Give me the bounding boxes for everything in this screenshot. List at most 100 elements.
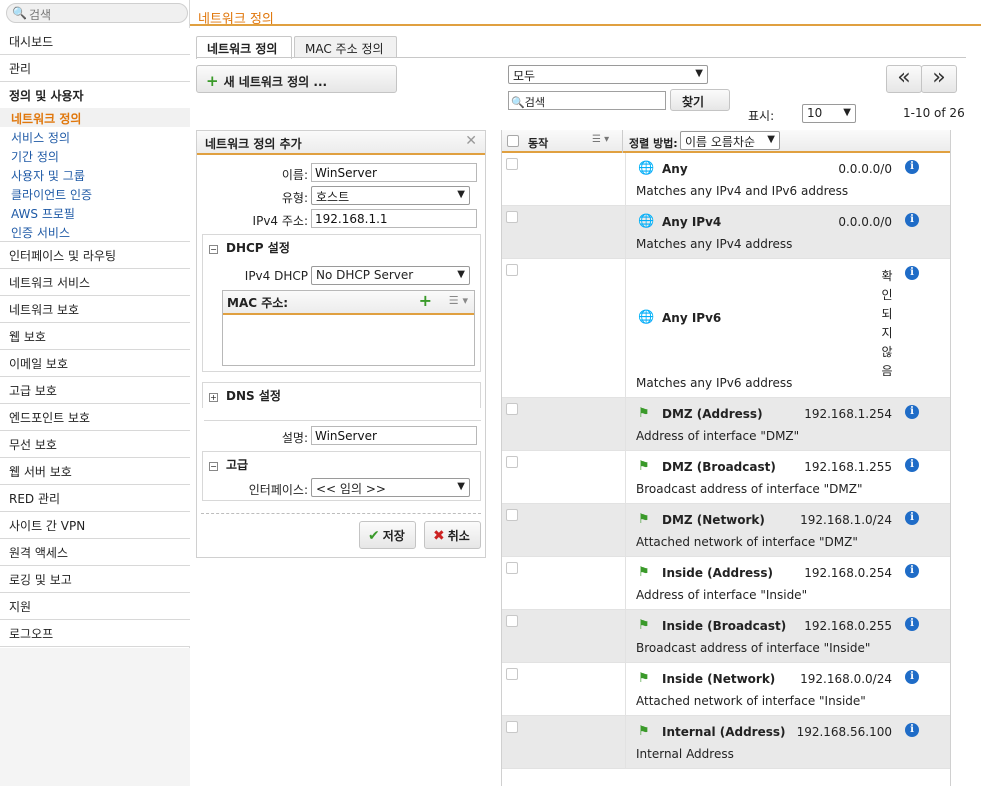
nav-item-web-protection[interactable]: 웹 보호 bbox=[0, 323, 190, 350]
list-item[interactable]: 🌐 Any 0.0.0.0/0 i Matches any IPv4 and I… bbox=[502, 153, 950, 206]
row-name[interactable]: Inside (Broadcast) bbox=[662, 619, 786, 633]
list-item[interactable]: ⚑ Internal (Address) 192.168.56.100 i In… bbox=[502, 716, 950, 769]
row-name[interactable]: Any IPv4 bbox=[662, 215, 721, 229]
collapse-icon[interactable]: − bbox=[209, 462, 218, 471]
ipv4-label: IPv4 주소: bbox=[252, 214, 308, 228]
cancel-button[interactable]: ✖ 취소 bbox=[424, 521, 481, 549]
list-item[interactable]: ⚑ DMZ (Network) 192.168.1.0/24 i Attache… bbox=[502, 504, 950, 557]
chevron-down-icon: ▼ bbox=[843, 107, 851, 118]
prev-page-button[interactable]: « bbox=[886, 65, 922, 93]
row-checkbox[interactable] bbox=[506, 158, 518, 170]
sub-item-network-definitions[interactable]: 네트워크 정의 bbox=[0, 108, 190, 127]
add-icon[interactable]: + bbox=[419, 291, 432, 310]
nav-item-network-services[interactable]: 네트워크 서비스 bbox=[0, 269, 190, 296]
info-icon[interactable]: i bbox=[905, 511, 919, 525]
nav-item-management[interactable]: 관리 bbox=[0, 55, 190, 82]
find-button[interactable]: 찾기 bbox=[670, 89, 730, 111]
info-icon[interactable]: i bbox=[905, 617, 919, 631]
list-item[interactable]: ⚑ Inside (Broadcast) 192.168.0.255 i Bro… bbox=[502, 610, 950, 663]
tab-mac-definitions[interactable]: MAC 주소 정의 bbox=[294, 36, 397, 58]
row-checkbox[interactable] bbox=[506, 721, 518, 733]
nav-item-webserver-protection[interactable]: 웹 서버 보호 bbox=[0, 458, 190, 485]
row-name[interactable]: DMZ (Address) bbox=[662, 407, 763, 421]
info-icon[interactable]: i bbox=[905, 564, 919, 578]
list-item[interactable]: 🌐 Any IPv6 i Matches any IPv6 address 확 … bbox=[502, 259, 950, 398]
info-icon[interactable]: i bbox=[905, 160, 919, 174]
flag-icon: ⚑ bbox=[638, 671, 650, 686]
info-icon[interactable]: i bbox=[905, 405, 919, 419]
row-checkbox[interactable] bbox=[506, 456, 518, 468]
nav-item-definitions-users[interactable]: 정의 및 사용자 bbox=[0, 82, 190, 109]
sub-item-service-definitions[interactable]: 서비스 정의 bbox=[0, 127, 190, 146]
dhcp-section-header[interactable]: − DHCP 설정 bbox=[203, 235, 480, 257]
sidebar-search-input[interactable]: 🔍 검색 bbox=[6, 3, 188, 23]
name-field[interactable]: WinServer bbox=[311, 163, 477, 182]
row-name[interactable]: Inside (Network) bbox=[662, 672, 775, 686]
nav-item-dashboard[interactable]: 대시보드 bbox=[0, 28, 190, 55]
sub-item-client-auth[interactable]: 클라이언트 인증 bbox=[0, 184, 190, 203]
info-icon[interactable]: i bbox=[905, 670, 919, 684]
list-menu-icon[interactable]: ☰ ▾ bbox=[592, 134, 609, 145]
list-item[interactable]: ⚑ Inside (Network) 192.168.0.0/24 i Atta… bbox=[502, 663, 950, 716]
nav-item-network-protection[interactable]: 네트워크 보호 bbox=[0, 296, 190, 323]
list-item[interactable]: ⚑ DMZ (Broadcast) 192.168.1.255 i Broadc… bbox=[502, 451, 950, 504]
nav-item-interfaces-routing[interactable]: 인터페이스 및 라우팅 bbox=[0, 242, 190, 269]
row-checkbox[interactable] bbox=[506, 509, 518, 521]
per-page-select[interactable]: 10 ▼ bbox=[802, 104, 856, 123]
new-button-label: 새 네트워크 정의 ... bbox=[223, 75, 328, 89]
ipv4-field[interactable]: 192.168.1.1 bbox=[311, 209, 477, 228]
dns-section-header[interactable]: + DNS 설정 bbox=[203, 383, 480, 405]
list-menu-icon[interactable]: ☰ ▾ bbox=[449, 294, 468, 307]
info-icon[interactable]: i bbox=[905, 723, 919, 737]
sub-item-users-groups[interactable]: 사용자 및 그룹 bbox=[0, 165, 190, 184]
list-item[interactable]: ⚑ DMZ (Address) 192.168.1.254 i Address … bbox=[502, 398, 950, 451]
row-checkbox[interactable] bbox=[506, 562, 518, 574]
nav-item-email-protection[interactable]: 이메일 보호 bbox=[0, 350, 190, 377]
sub-item-aws-profiles[interactable]: AWS 프로필 bbox=[0, 203, 190, 222]
row-name[interactable]: Any IPv6 bbox=[662, 311, 721, 325]
advanced-section-header[interactable]: − 고급 bbox=[203, 452, 480, 474]
sub-item-auth-services[interactable]: 인증 서비스 bbox=[0, 222, 190, 241]
info-icon[interactable]: i bbox=[905, 213, 919, 227]
row-checkbox[interactable] bbox=[506, 615, 518, 627]
info-icon[interactable]: i bbox=[905, 458, 919, 472]
list-item[interactable]: ⚑ Inside (Address) 192.168.0.254 i Addre… bbox=[502, 557, 950, 610]
ipv4-dhcp-select[interactable]: No DHCP Server ▼ bbox=[311, 266, 470, 285]
tab-network-definitions[interactable]: 네트워크 정의 bbox=[196, 36, 292, 59]
new-network-definition-button[interactable]: + 새 네트워크 정의 ... bbox=[196, 65, 397, 93]
info-icon[interactable]: i bbox=[905, 266, 919, 280]
list-item[interactable]: 🌐 Any IPv4 0.0.0.0/0 i Matches any IPv4 … bbox=[502, 206, 950, 259]
collapse-icon[interactable]: − bbox=[209, 245, 218, 254]
row-checkbox[interactable] bbox=[506, 264, 518, 276]
row-checkbox[interactable] bbox=[506, 403, 518, 415]
nav-item-red-management[interactable]: RED 관리 bbox=[0, 485, 190, 512]
row-name[interactable]: Inside (Address) bbox=[662, 566, 773, 580]
close-icon[interactable]: ✕ bbox=[465, 133, 477, 149]
type-select[interactable]: 호스트 ▼ bbox=[311, 186, 470, 205]
nav-item-support[interactable]: 지원 bbox=[0, 593, 190, 620]
interface-select[interactable]: << 임의 >> ▼ bbox=[311, 478, 470, 497]
row-name[interactable]: Internal (Address) bbox=[662, 725, 786, 739]
list-search-input[interactable]: 🔍검색 bbox=[508, 91, 666, 110]
nav-item-advanced-protection[interactable]: 고급 보호 bbox=[0, 377, 190, 404]
next-page-button[interactable]: » bbox=[921, 65, 957, 93]
select-all-checkbox[interactable] bbox=[507, 135, 519, 147]
row-checkbox[interactable] bbox=[506, 668, 518, 680]
nav-item-site-to-site-vpn[interactable]: 사이트 간 VPN bbox=[0, 512, 190, 539]
nav-item-wireless-protection[interactable]: 무선 보호 bbox=[0, 431, 190, 458]
nav-item-remote-access[interactable]: 원격 액세스 bbox=[0, 539, 190, 566]
filter-select[interactable]: 모두 ▼ bbox=[508, 65, 708, 84]
nav-item-logging-reporting[interactable]: 로깅 및 보고 bbox=[0, 566, 190, 593]
sort-select[interactable]: 이름 오름차순 ▼ bbox=[680, 131, 780, 150]
row-description: Matches any IPv4 and IPv6 address bbox=[636, 184, 849, 198]
sub-item-time-definitions[interactable]: 기간 정의 bbox=[0, 146, 190, 165]
row-name[interactable]: DMZ (Broadcast) bbox=[662, 460, 776, 474]
nav-item-endpoint-protection[interactable]: 엔드포인트 보호 bbox=[0, 404, 190, 431]
row-checkbox[interactable] bbox=[506, 211, 518, 223]
row-name[interactable]: DMZ (Network) bbox=[662, 513, 765, 527]
description-field[interactable]: WinServer bbox=[311, 426, 477, 445]
expand-icon[interactable]: + bbox=[209, 393, 218, 402]
nav-item-logoff[interactable]: 로그오프 bbox=[0, 620, 190, 647]
save-button[interactable]: ✔ 저장 bbox=[359, 521, 416, 549]
row-name[interactable]: Any bbox=[662, 162, 688, 176]
